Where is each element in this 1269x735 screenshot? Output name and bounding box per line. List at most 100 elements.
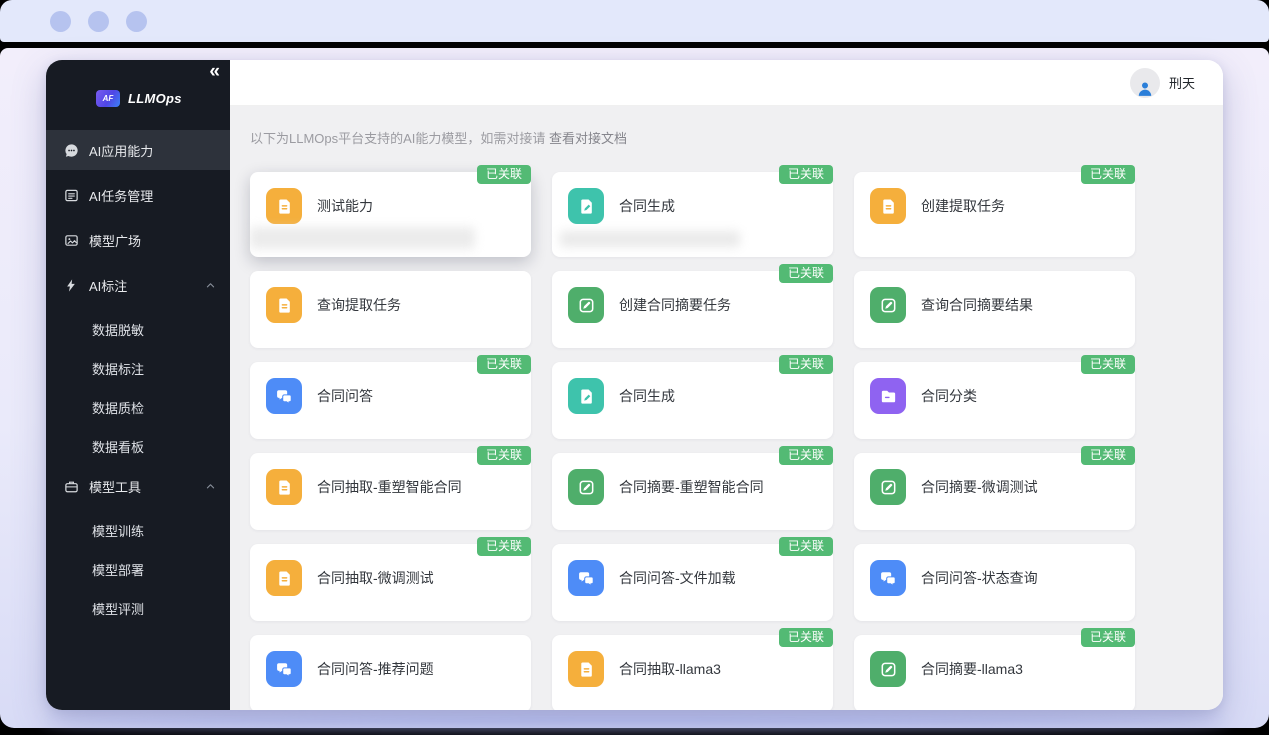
user-avatar[interactable]: [1130, 68, 1160, 98]
capability-card-title: 合同问答-文件加载: [619, 560, 736, 596]
pencil-icon: [568, 287, 604, 323]
pencil-icon: [870, 469, 906, 505]
chevron-up-icon[interactable]: [205, 481, 216, 492]
linked-badge: 已关联: [1081, 355, 1135, 374]
capability-card[interactable]: 已关联合同问答: [250, 362, 531, 439]
chevron-up-icon[interactable]: [205, 280, 216, 291]
sidebar-item[interactable]: 模型工具: [46, 466, 230, 506]
sidebar-item-label: AI任务管理: [89, 186, 216, 205]
capability-card-title: 合同生成: [619, 378, 675, 414]
linked-badge: 已关联: [779, 446, 833, 465]
capability-card[interactable]: 已关联合同摘要-llama3: [854, 635, 1135, 710]
sidebar-item[interactable]: AI任务管理: [46, 175, 230, 215]
page-background: AF LLMOps « AI应用能力AI任务管理模型广场AI标注数据脱敏数据标注…: [0, 48, 1269, 728]
linked-badge: 已关联: [1081, 446, 1135, 465]
sidebar-item-label: AI应用能力: [89, 141, 216, 160]
capability-card-title: 合同摘要-微调测试: [921, 469, 1038, 505]
pencil-icon: [870, 651, 906, 687]
linked-badge: 已关联: [1081, 165, 1135, 184]
bottom-glow: [40, 715, 1230, 727]
capability-card[interactable]: 已关联合同抽取-重塑智能合同: [250, 453, 531, 530]
sidebar-subitem[interactable]: 数据看板: [46, 427, 230, 466]
capability-card-title: 合同摘要-llama3: [921, 651, 1023, 687]
capability-card[interactable]: 已关联创建合同摘要任务: [552, 271, 833, 348]
toolbox-icon: [63, 478, 79, 494]
sidebar-collapse-icon[interactable]: «: [209, 62, 220, 81]
capability-card-title: 合同抽取-微调测试: [317, 560, 434, 596]
capability-card[interactable]: 查询提取任务: [250, 271, 531, 348]
sidebar-subitem[interactable]: 模型训练: [46, 511, 230, 550]
linked-badge: 已关联: [477, 165, 531, 184]
sidebar-subitem[interactable]: 模型评测: [46, 589, 230, 628]
window-control-dot[interactable]: [50, 11, 71, 32]
linked-badge: 已关联: [779, 628, 833, 647]
chat-bubbles-icon: [266, 378, 302, 414]
message-circle-icon: [63, 142, 79, 158]
linked-badge: 已关联: [779, 264, 833, 283]
capability-card-title: 合同分类: [921, 378, 977, 414]
sidebar-item-label: AI标注: [89, 276, 205, 295]
logo-badge-icon: AF: [96, 90, 120, 107]
sidebar-item[interactable]: AI应用能力: [46, 130, 230, 170]
linked-badge: 已关联: [779, 537, 833, 556]
document-icon: [266, 188, 302, 224]
linked-badge: 已关联: [477, 355, 531, 374]
window-titlebar: [0, 0, 1269, 42]
lightning-icon: [63, 277, 79, 293]
capability-card-title: 查询提取任务: [317, 287, 401, 323]
window-control-dot[interactable]: [126, 11, 147, 32]
capability-card-title: 创建合同摘要任务: [619, 287, 731, 323]
main-area: 刑天 以下为LLMOps平台支持的AI能力模型，如需对接请 查看对接文档 已关联…: [230, 60, 1223, 710]
capability-card[interactable]: 已关联合同摘要-微调测试: [854, 453, 1135, 530]
sidebar-subitem[interactable]: 模型部署: [46, 550, 230, 589]
capability-card[interactable]: 查询合同摘要结果: [854, 271, 1135, 348]
chat-bubbles-icon: [870, 560, 906, 596]
linked-badge: 已关联: [1081, 628, 1135, 647]
sidebar-item-label: 模型广场: [89, 231, 216, 250]
content-area: 以下为LLMOps平台支持的AI能力模型，如需对接请 查看对接文档 已关联测试能…: [230, 106, 1223, 710]
pencil-icon: [568, 469, 604, 505]
capability-card-title: 合同问答: [317, 378, 373, 414]
task-list-icon: [63, 187, 79, 203]
capability-card-title: 合同生成: [619, 188, 675, 224]
document-edit-icon: [568, 188, 604, 224]
capability-card-title: 合同问答-状态查询: [921, 560, 1038, 596]
capability-card[interactable]: 合同问答-状态查询: [854, 544, 1135, 621]
linked-badge: 已关联: [779, 355, 833, 374]
document-icon: [568, 651, 604, 687]
folder-icon: [870, 378, 906, 414]
linked-badge: 已关联: [779, 165, 833, 184]
sidebar-subitem[interactable]: 数据脱敏: [46, 310, 230, 349]
sidebar: AF LLMOps « AI应用能力AI任务管理模型广场AI标注数据脱敏数据标注…: [46, 60, 230, 710]
doc-link[interactable]: 查看对接文档: [549, 131, 627, 146]
blurred-placeholder: [560, 231, 740, 247]
capability-card[interactable]: 已关联测试能力: [250, 172, 531, 257]
sidebar-subitem[interactable]: 数据标注: [46, 349, 230, 388]
capability-card-title: 查询合同摘要结果: [921, 287, 1033, 323]
document-icon: [266, 469, 302, 505]
blurred-placeholder: [250, 227, 475, 249]
capability-card-title: 测试能力: [317, 188, 373, 224]
document-icon: [870, 188, 906, 224]
chat-bubbles-icon: [568, 560, 604, 596]
document-icon: [266, 287, 302, 323]
capability-card[interactable]: 已关联合同生成: [552, 172, 833, 257]
capability-card[interactable]: 已关联合同抽取-微调测试: [250, 544, 531, 621]
capability-card[interactable]: 已关联创建提取任务: [854, 172, 1135, 257]
capability-card[interactable]: 已关联合同生成: [552, 362, 833, 439]
capability-card[interactable]: 合同问答-推荐问题: [250, 635, 531, 710]
capability-card[interactable]: 已关联合同分类: [854, 362, 1135, 439]
window-control-dot[interactable]: [88, 11, 109, 32]
capability-card-title: 合同抽取-重塑智能合同: [317, 469, 462, 505]
capability-card[interactable]: 已关联合同摘要-重塑智能合同: [552, 453, 833, 530]
capability-card[interactable]: 已关联合同抽取-llama3: [552, 635, 833, 710]
document-icon: [266, 560, 302, 596]
sidebar-item[interactable]: AI标注: [46, 265, 230, 305]
capability-card[interactable]: 已关联合同问答-文件加载: [552, 544, 833, 621]
document-edit-icon: [568, 378, 604, 414]
sidebar-item[interactable]: 模型广场: [46, 220, 230, 260]
chat-bubbles-icon: [266, 651, 302, 687]
username[interactable]: 刑天: [1169, 73, 1195, 92]
sidebar-subitem[interactable]: 数据质检: [46, 388, 230, 427]
description-text: 以下为LLMOps平台支持的AI能力模型，如需对接请: [250, 131, 545, 146]
